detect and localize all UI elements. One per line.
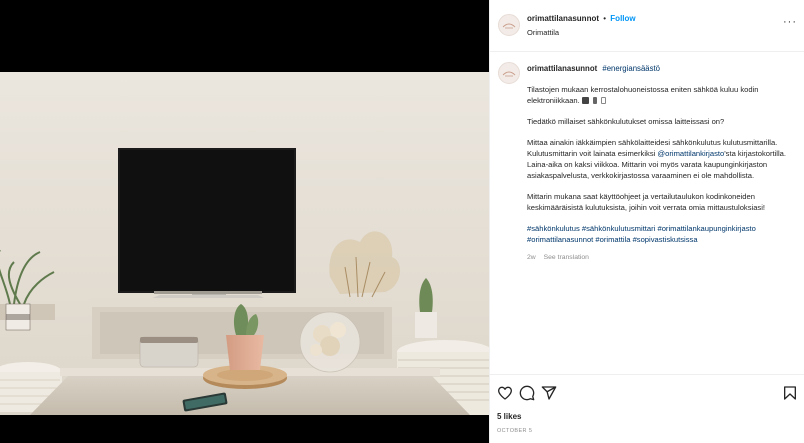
post-photo (0, 72, 489, 415)
hashtag-link[interactable]: #sähkönkulutus (527, 224, 580, 233)
caption-username-link[interactable]: orimattilanasunnot (527, 64, 597, 73)
hashtag-link[interactable]: #orimattila (595, 235, 630, 244)
heart-icon (498, 386, 512, 400)
likes-count[interactable]: 5 likes (497, 412, 521, 421)
caption-paragraph-1: Tilastojen mukaan kerrostalohuoneistossa… (527, 85, 795, 107)
caption-paragraph-4: Mittarin mukana saat käyttöohjeet ja ver… (527, 191, 766, 212)
hashtag-link[interactable]: #orimattilankaupunginkirjasto (657, 224, 755, 233)
share-button[interactable] (541, 385, 557, 401)
like-button[interactable] (497, 385, 513, 401)
hashtag-link[interactable]: #orimattilanasunnot (527, 235, 593, 244)
username-link[interactable]: orimattilanasunnot (527, 14, 599, 23)
post-date: OCTOBER 5 (497, 428, 533, 434)
post-media[interactable] (0, 0, 489, 443)
emoji-group (581, 96, 606, 104)
post-age: 2w (527, 253, 536, 261)
post-header: orimattilanasunnot • Follow Orimattila ·… (490, 0, 804, 52)
hashtag-link[interactable]: #sähkönkulutusmittari (582, 224, 655, 233)
headline-hashtag[interactable]: #energiansäästö (602, 64, 660, 73)
header-user-line: orimattilanasunnot • Follow (527, 14, 636, 23)
bookmark-icon (784, 386, 796, 400)
more-options-button[interactable]: ··· (783, 17, 797, 28)
tv-emoji-icon (581, 96, 589, 104)
caption-avatar[interactable] (498, 62, 520, 84)
share-icon (541, 386, 557, 400)
brand-logo-icon (502, 71, 516, 77)
brand-logo-icon (502, 23, 516, 29)
follow-button[interactable]: Follow (610, 14, 635, 23)
caption-meta: 2w See translation (527, 253, 795, 264)
bulb-emoji-icon (600, 96, 606, 104)
caption-paragraph-3: Mittaa ainakin iäkkäimpien sähkölaitteid… (527, 138, 795, 181)
see-translation-button[interactable]: See translation (544, 254, 589, 261)
caption-text: Tilastojen mukaan kerrostalohuoneistossa… (527, 85, 759, 105)
avatar[interactable] (498, 14, 520, 36)
comment-icon (519, 385, 535, 401)
caption-area: orimattilanasunnot #energiansäästö Tilas… (490, 52, 804, 374)
caption-body: Tilastojen mukaan kerrostalohuoneistossa… (527, 85, 795, 264)
post-sidebar: orimattilanasunnot • Follow Orimattila ·… (489, 0, 804, 443)
caption-paragraph-2: Tiedätkö millaiset sähkönkulutukset omis… (527, 116, 725, 126)
instagram-post: orimattilanasunnot • Follow Orimattila ·… (0, 0, 804, 443)
comment-button[interactable] (519, 385, 535, 401)
library-mention-link[interactable]: @orimattilankirjasto (657, 149, 724, 158)
location-link[interactable]: Orimattila (527, 28, 559, 37)
actions-bar: 5 likes OCTOBER 5 (490, 374, 804, 443)
hashtag-list: #sähkönkulutus #sähkönkulutusmittari #or… (527, 224, 795, 246)
living-room-photo-image (0, 72, 489, 415)
caption-header: orimattilanasunnot #energiansäästö (527, 64, 660, 73)
separator-dot: • (603, 14, 607, 23)
save-button[interactable] (782, 385, 798, 401)
plug-emoji-icon (592, 96, 597, 104)
hashtag-link[interactable]: #sopivastiskutsissa (633, 235, 698, 244)
